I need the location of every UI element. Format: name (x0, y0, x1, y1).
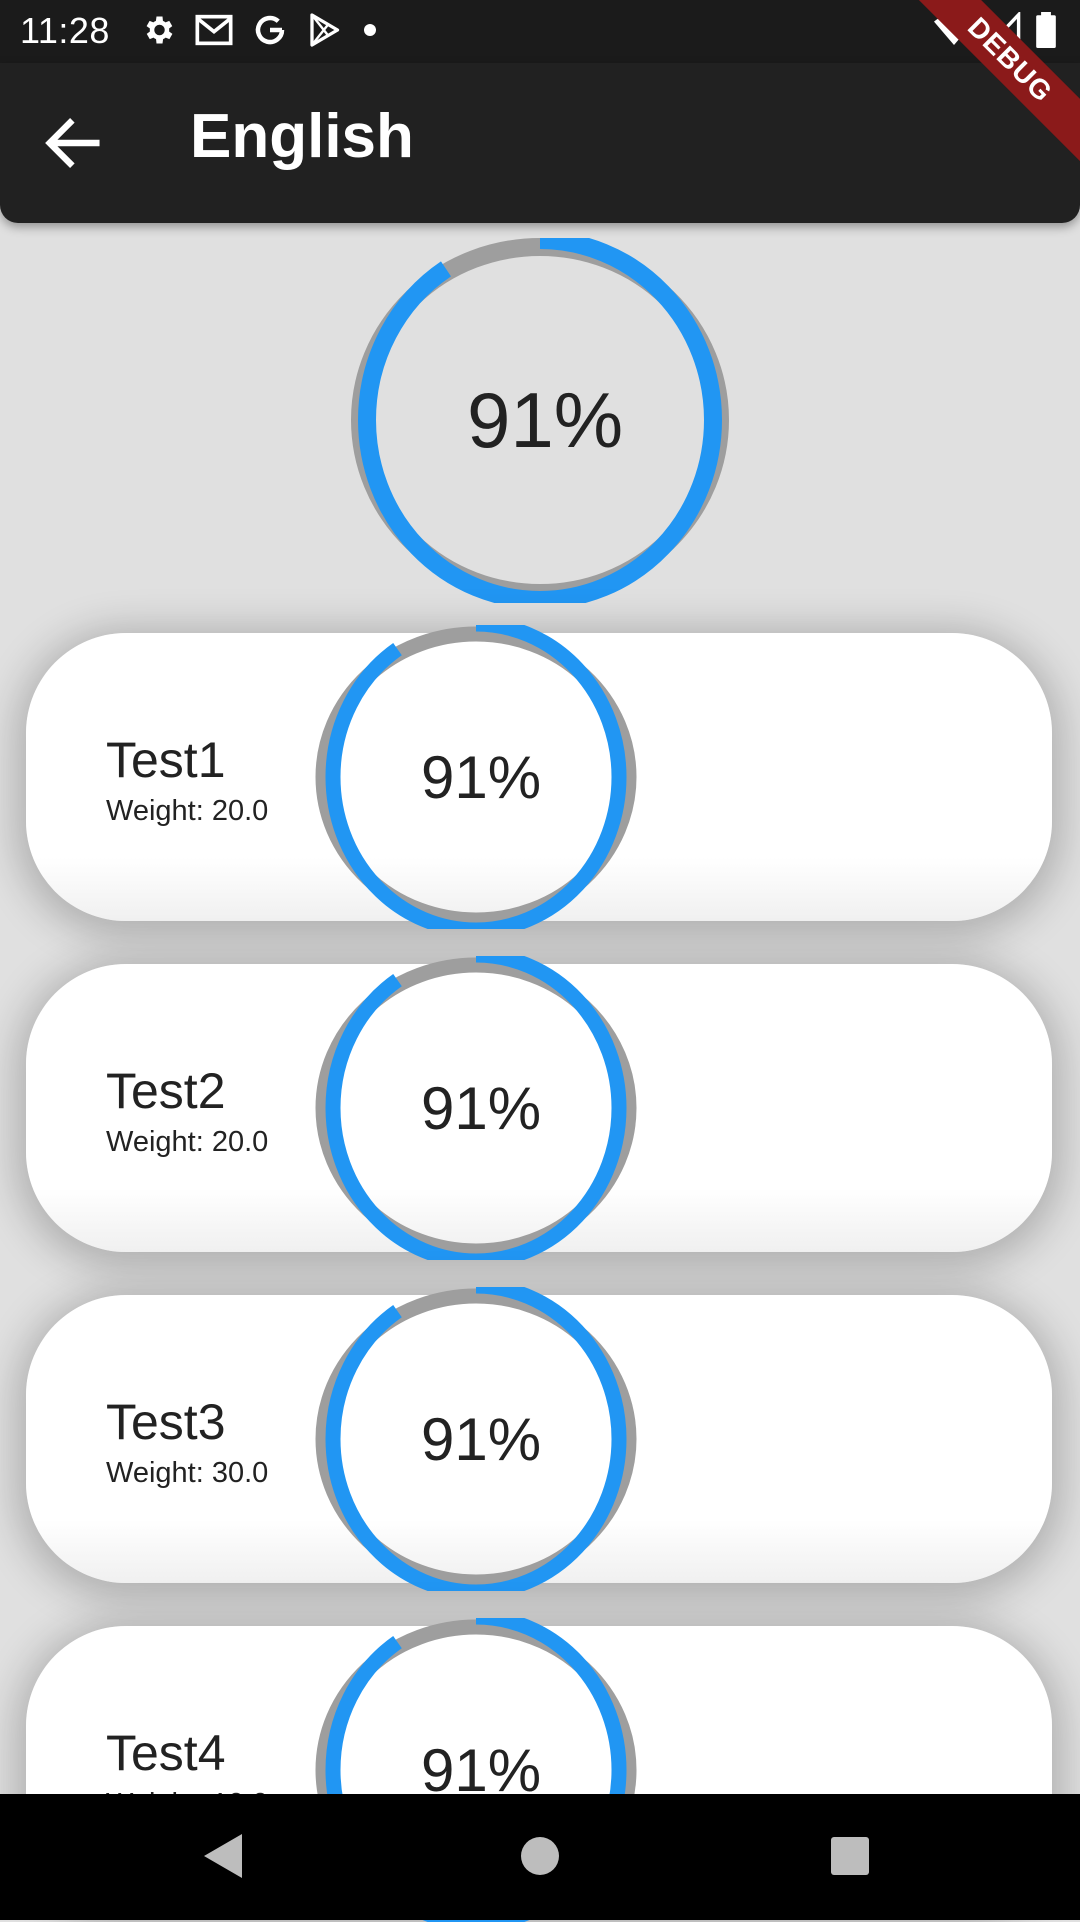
subject-name: Test1 (106, 732, 226, 788)
play-icon (310, 13, 340, 47)
app-bar: English (0, 63, 1080, 223)
recents-nav-icon (831, 1837, 869, 1875)
dot-icon (364, 24, 376, 36)
back-button[interactable] (38, 108, 108, 178)
subject-progress: 91% (314, 956, 638, 1260)
nav-recents-button[interactable] (815, 1826, 885, 1886)
subject-percentage: 91% (420, 1074, 542, 1142)
subject-percentage: 91% (420, 1405, 542, 1473)
google-icon (255, 15, 285, 45)
gmail-icon (195, 14, 233, 46)
subject-progress: 91% (314, 1287, 638, 1591)
overall-percentage: 91% (466, 376, 624, 464)
subject-weight: Weight: 30.0 (106, 1457, 269, 1489)
subject-weight: Weight: 20.0 (106, 1126, 269, 1158)
home-nav-icon (521, 1837, 559, 1875)
nav-back-button[interactable] (190, 1826, 260, 1886)
status-time: 11:28 (20, 10, 110, 51)
arrow-back-icon (45, 118, 100, 168)
subject-progress: 91% (314, 625, 638, 929)
nav-home-button[interactable] (505, 1826, 575, 1886)
subject-name: Test4 (106, 1725, 226, 1781)
subject-weight: Weight: 20.0 (106, 795, 269, 827)
subject-name: Test3 (106, 1394, 226, 1450)
navigation-bar (0, 1794, 1080, 1920)
subject-percentage: 91% (420, 743, 542, 811)
overall-progress: 91% (350, 238, 730, 603)
subject-name: Test2 (106, 1063, 226, 1119)
battery-icon (1036, 12, 1056, 48)
subject-card[interactable]: Test1 Weight: 20.0 91% (26, 625, 1052, 929)
subject-card[interactable]: Test3 Weight: 30.0 91% (26, 1287, 1052, 1591)
gear-icon (146, 16, 173, 44)
back-nav-icon (204, 1834, 242, 1878)
notification-icons (140, 12, 380, 48)
page-title: English (190, 102, 414, 171)
subject-card[interactable]: Test2 Weight: 20.0 91% (26, 956, 1052, 1260)
status-bar: 11:28 (0, 0, 1080, 63)
